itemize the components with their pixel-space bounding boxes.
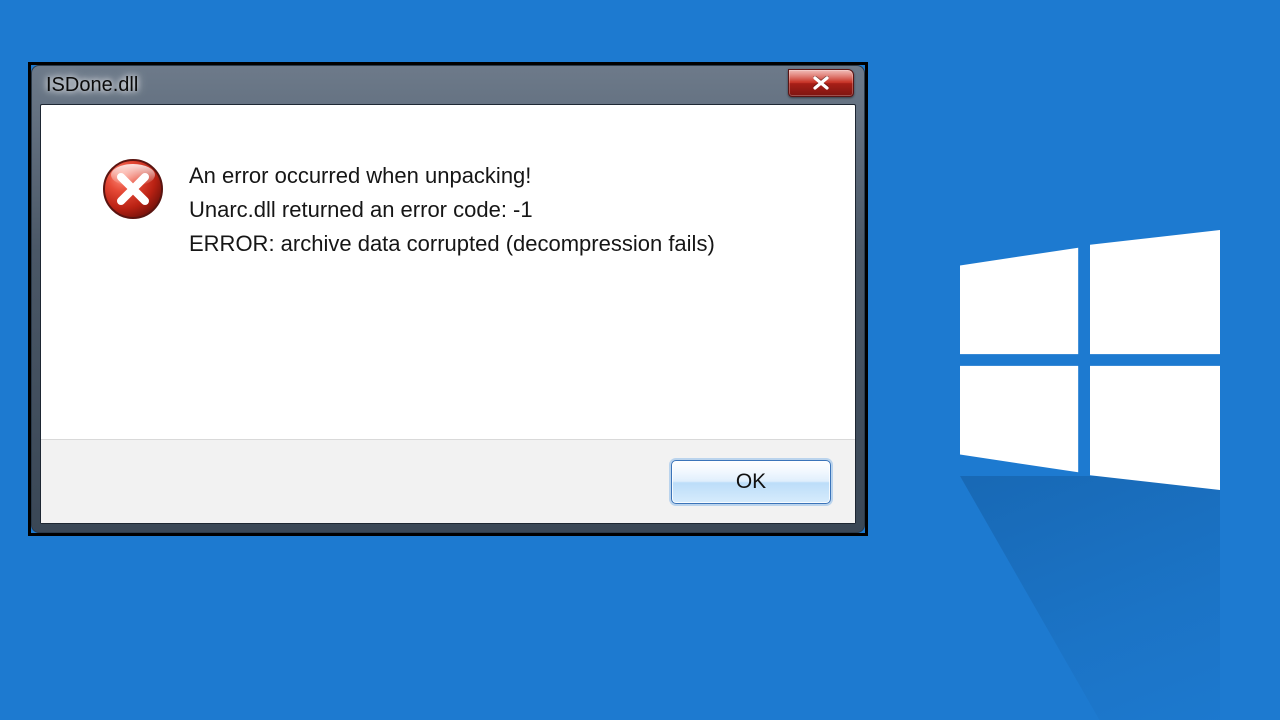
error-icon [101,157,165,221]
dialog-client-area: An error occurred when unpacking! Unarc.… [40,104,856,524]
titlebar: ISDone.dll [40,66,856,104]
close-button[interactable] [788,69,854,97]
error-dialog: ISDone.dll [28,62,868,536]
error-message: An error occurred when unpacking! Unarc.… [189,157,715,261]
dialog-frame: ISDone.dll [31,65,865,533]
close-icon [811,76,831,90]
windows-logo-icon [960,230,1220,490]
ok-button[interactable]: OK [671,460,831,504]
dialog-title: ISDone.dll [46,74,138,97]
windows-logo [960,230,1220,490]
button-strip: OK [41,439,855,523]
